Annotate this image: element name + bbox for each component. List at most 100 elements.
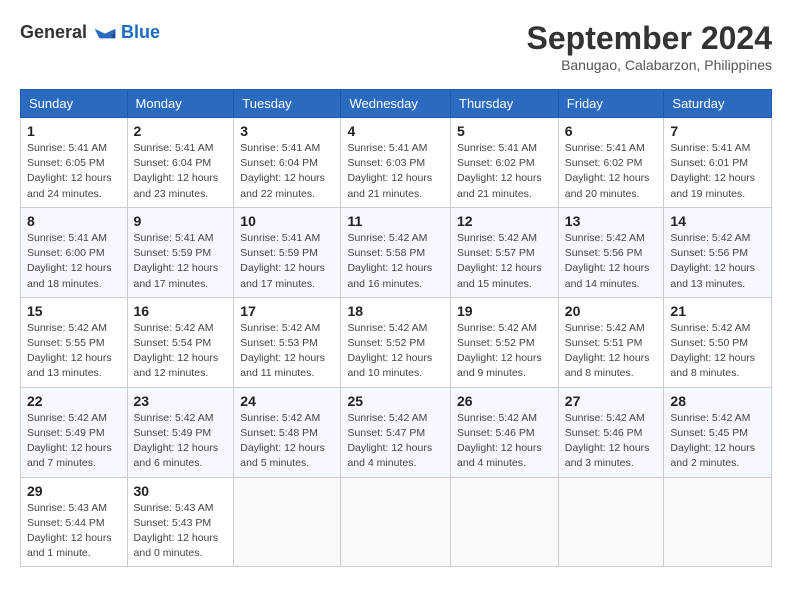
day-number: 11 bbox=[347, 213, 444, 229]
day-number: 20 bbox=[565, 303, 658, 319]
day-cell: 12 Sunrise: 5:42 AM Sunset: 5:57 PM Dayli… bbox=[451, 207, 559, 297]
col-header-monday: Monday bbox=[127, 90, 234, 118]
week-row-1: 1 Sunrise: 5:41 AM Sunset: 6:05 PM Daylig… bbox=[21, 118, 772, 208]
day-detail: Sunrise: 5:41 AM Sunset: 6:05 PM Dayligh… bbox=[27, 141, 121, 202]
calendar-table: SundayMondayTuesdayWednesdayThursdayFrid… bbox=[20, 89, 772, 567]
col-header-saturday: Saturday bbox=[664, 90, 772, 118]
day-number: 5 bbox=[457, 123, 552, 139]
day-number: 23 bbox=[134, 393, 228, 409]
day-cell: 10Sunrise: 5:41 AM Sunset: 5:59 PM Dayli… bbox=[234, 207, 341, 297]
day-cell: 20 Sunrise: 5:42 AM Sunset: 5:51 PM Dayli… bbox=[558, 297, 664, 387]
logo-text-general: General bbox=[20, 22, 87, 43]
day-cell: 2Sunrise: 5:41 AM Sunset: 6:04 PM Daylig… bbox=[127, 118, 234, 208]
day-detail: Sunrise: 5:42 AM Sunset: 5:58 PM Dayligh… bbox=[347, 231, 444, 292]
day-cell: 21 Sunrise: 5:42 AM Sunset: 5:50 PM Dayli… bbox=[664, 297, 772, 387]
day-number: 27 bbox=[565, 393, 658, 409]
title-area: September 2024 Banugao, Calabarzon, Phil… bbox=[527, 20, 772, 73]
day-number: 12 bbox=[457, 213, 552, 229]
day-detail: Sunrise: 5:41 AM Sunset: 6:00 PM Dayligh… bbox=[27, 231, 121, 292]
day-cell: 29 Sunrise: 5:43 AM Sunset: 5:44 PM Dayli… bbox=[21, 477, 128, 567]
day-cell: 24 Sunrise: 5:42 AM Sunset: 5:48 PM Dayli… bbox=[234, 387, 341, 477]
day-cell bbox=[234, 477, 341, 567]
day-cell: 9Sunrise: 5:41 AM Sunset: 5:59 PM Daylig… bbox=[127, 207, 234, 297]
day-number: 28 bbox=[670, 393, 765, 409]
day-detail: Sunrise: 5:42 AM Sunset: 5:45 PM Dayligh… bbox=[670, 411, 765, 472]
day-cell: 11 Sunrise: 5:42 AM Sunset: 5:58 PM Dayli… bbox=[341, 207, 451, 297]
day-cell: 16Sunrise: 5:42 AM Sunset: 5:54 PM Dayli… bbox=[127, 297, 234, 387]
calendar-title: September 2024 bbox=[527, 20, 772, 57]
day-number: 22 bbox=[27, 393, 121, 409]
day-cell: 22 Sunrise: 5:42 AM Sunset: 5:49 PM Dayli… bbox=[21, 387, 128, 477]
day-detail: Sunrise: 5:41 AM Sunset: 6:04 PM Dayligh… bbox=[134, 141, 228, 202]
day-detail: Sunrise: 5:41 AM Sunset: 6:01 PM Dayligh… bbox=[670, 141, 765, 202]
day-detail: Sunrise: 5:42 AM Sunset: 5:49 PM Dayligh… bbox=[27, 411, 121, 472]
day-number: 30 bbox=[134, 483, 228, 499]
day-detail: Sunrise: 5:42 AM Sunset: 5:55 PM Dayligh… bbox=[27, 321, 121, 382]
day-cell: 15 Sunrise: 5:42 AM Sunset: 5:55 PM Dayli… bbox=[21, 297, 128, 387]
logo-icon bbox=[93, 20, 117, 44]
day-detail: Sunrise: 5:41 AM Sunset: 6:03 PM Dayligh… bbox=[347, 141, 444, 202]
day-cell: 28 Sunrise: 5:42 AM Sunset: 5:45 PM Dayli… bbox=[664, 387, 772, 477]
day-cell: 26Sunrise: 5:42 AM Sunset: 5:46 PM Dayli… bbox=[451, 387, 559, 477]
day-cell: 8 Sunrise: 5:41 AM Sunset: 6:00 PM Daylig… bbox=[21, 207, 128, 297]
week-row-5: 29 Sunrise: 5:43 AM Sunset: 5:44 PM Dayli… bbox=[21, 477, 772, 567]
day-cell: 1 Sunrise: 5:41 AM Sunset: 6:05 PM Daylig… bbox=[21, 118, 128, 208]
day-detail: Sunrise: 5:42 AM Sunset: 5:57 PM Dayligh… bbox=[457, 231, 552, 292]
day-detail: Sunrise: 5:43 AM Sunset: 5:43 PM Dayligh… bbox=[134, 501, 228, 562]
day-number: 18 bbox=[347, 303, 444, 319]
day-detail: Sunrise: 5:42 AM Sunset: 5:47 PM Dayligh… bbox=[347, 411, 444, 472]
day-number: 16 bbox=[134, 303, 228, 319]
day-number: 10 bbox=[240, 213, 334, 229]
day-detail: Sunrise: 5:41 AM Sunset: 6:04 PM Dayligh… bbox=[240, 141, 334, 202]
day-cell bbox=[341, 477, 451, 567]
col-header-thursday: Thursday bbox=[451, 90, 559, 118]
day-number: 7 bbox=[670, 123, 765, 139]
day-number: 4 bbox=[347, 123, 444, 139]
day-detail: Sunrise: 5:42 AM Sunset: 5:48 PM Dayligh… bbox=[240, 411, 334, 472]
day-cell: 7 Sunrise: 5:41 AM Sunset: 6:01 PM Daylig… bbox=[664, 118, 772, 208]
day-cell: 4 Sunrise: 5:41 AM Sunset: 6:03 PM Daylig… bbox=[341, 118, 451, 208]
logo-text-blue: Blue bbox=[121, 22, 160, 43]
day-cell: 6Sunrise: 5:41 AM Sunset: 6:02 PM Daylig… bbox=[558, 118, 664, 208]
day-cell bbox=[451, 477, 559, 567]
day-detail: Sunrise: 5:42 AM Sunset: 5:50 PM Dayligh… bbox=[670, 321, 765, 382]
day-detail: Sunrise: 5:43 AM Sunset: 5:44 PM Dayligh… bbox=[27, 501, 121, 562]
day-cell: 17Sunrise: 5:42 AM Sunset: 5:53 PM Dayli… bbox=[234, 297, 341, 387]
col-header-wednesday: Wednesday bbox=[341, 90, 451, 118]
day-number: 8 bbox=[27, 213, 121, 229]
day-detail: Sunrise: 5:42 AM Sunset: 5:51 PM Dayligh… bbox=[565, 321, 658, 382]
day-number: 17 bbox=[240, 303, 334, 319]
day-detail: Sunrise: 5:42 AM Sunset: 5:46 PM Dayligh… bbox=[457, 411, 552, 472]
day-cell: 30 Sunrise: 5:43 AM Sunset: 5:43 PM Dayli… bbox=[127, 477, 234, 567]
day-cell: 27Sunrise: 5:42 AM Sunset: 5:46 PM Dayli… bbox=[558, 387, 664, 477]
day-number: 25 bbox=[347, 393, 444, 409]
week-row-3: 15 Sunrise: 5:42 AM Sunset: 5:55 PM Dayli… bbox=[21, 297, 772, 387]
day-number: 15 bbox=[27, 303, 121, 319]
calendar-subtitle: Banugao, Calabarzon, Philippines bbox=[527, 57, 772, 73]
day-number: 3 bbox=[240, 123, 334, 139]
page-header: General Blue September 2024 Banugao, Cal… bbox=[20, 20, 772, 73]
week-row-2: 8 Sunrise: 5:41 AM Sunset: 6:00 PM Daylig… bbox=[21, 207, 772, 297]
day-cell bbox=[664, 477, 772, 567]
day-cell: 18Sunrise: 5:42 AM Sunset: 5:52 PM Dayli… bbox=[341, 297, 451, 387]
day-cell: 19Sunrise: 5:42 AM Sunset: 5:52 PM Dayli… bbox=[451, 297, 559, 387]
day-number: 1 bbox=[27, 123, 121, 139]
day-number: 14 bbox=[670, 213, 765, 229]
day-cell: 3 Sunrise: 5:41 AM Sunset: 6:04 PM Daylig… bbox=[234, 118, 341, 208]
col-header-sunday: Sunday bbox=[21, 90, 128, 118]
week-row-4: 22 Sunrise: 5:42 AM Sunset: 5:49 PM Dayli… bbox=[21, 387, 772, 477]
day-number: 24 bbox=[240, 393, 334, 409]
day-detail: Sunrise: 5:41 AM Sunset: 6:02 PM Dayligh… bbox=[457, 141, 552, 202]
day-detail: Sunrise: 5:42 AM Sunset: 5:56 PM Dayligh… bbox=[565, 231, 658, 292]
day-cell: 14Sunrise: 5:42 AM Sunset: 5:56 PM Dayli… bbox=[664, 207, 772, 297]
day-number: 13 bbox=[565, 213, 658, 229]
day-cell: 13 Sunrise: 5:42 AM Sunset: 5:56 PM Dayli… bbox=[558, 207, 664, 297]
col-header-friday: Friday bbox=[558, 90, 664, 118]
day-number: 19 bbox=[457, 303, 552, 319]
day-number: 29 bbox=[27, 483, 121, 499]
day-number: 21 bbox=[670, 303, 765, 319]
day-cell: 25 Sunrise: 5:42 AM Sunset: 5:47 PM Dayli… bbox=[341, 387, 451, 477]
day-detail: Sunrise: 5:42 AM Sunset: 5:49 PM Dayligh… bbox=[134, 411, 228, 472]
day-number: 9 bbox=[134, 213, 228, 229]
logo: General Blue bbox=[20, 20, 160, 44]
